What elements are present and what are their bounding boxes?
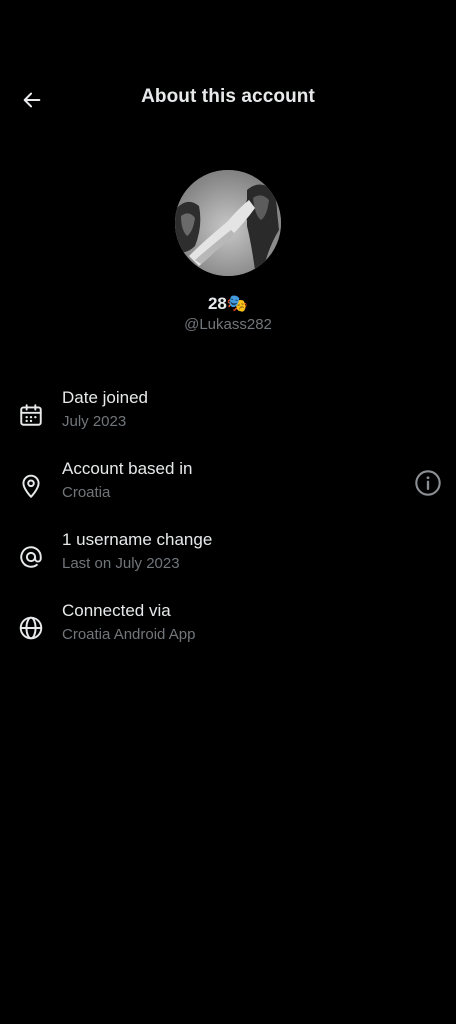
- globe-icon: [19, 616, 43, 640]
- info-icon[interactable]: [414, 469, 442, 497]
- row-account-based-in: Account based in Croatia: [0, 459, 456, 519]
- row-date-joined: Date joined July 2023: [0, 388, 456, 448]
- row-label: Account based in: [62, 459, 193, 478]
- row-label: Connected via: [62, 601, 171, 620]
- row-username-change: 1 username change Last on July 2023: [0, 530, 456, 590]
- row-value: Last on July 2023: [62, 555, 180, 572]
- top-bar: About this account: [0, 72, 456, 128]
- location-pin-icon: [22, 474, 40, 498]
- calendar-icon: [20, 404, 42, 426]
- avatar[interactable]: [175, 170, 281, 276]
- row-value: July 2023: [62, 413, 127, 430]
- statue-photo: [175, 170, 281, 276]
- row-label: 1 username change: [62, 530, 213, 549]
- username-handle: @Lukass282: [184, 316, 272, 333]
- display-name-text: 28: [207, 294, 227, 313]
- display-name: 28🎭: [0, 294, 456, 314]
- row-label: Date joined: [62, 388, 149, 407]
- page-title: About this account: [141, 86, 315, 107]
- row-connected-via: Connected via Croatia Android App: [0, 601, 456, 661]
- row-value: Croatia Android App: [62, 626, 196, 643]
- row-value: Croatia: [62, 484, 111, 501]
- at-sign-icon: [20, 546, 42, 568]
- performing-arts-emoji: 🎭: [226, 294, 249, 313]
